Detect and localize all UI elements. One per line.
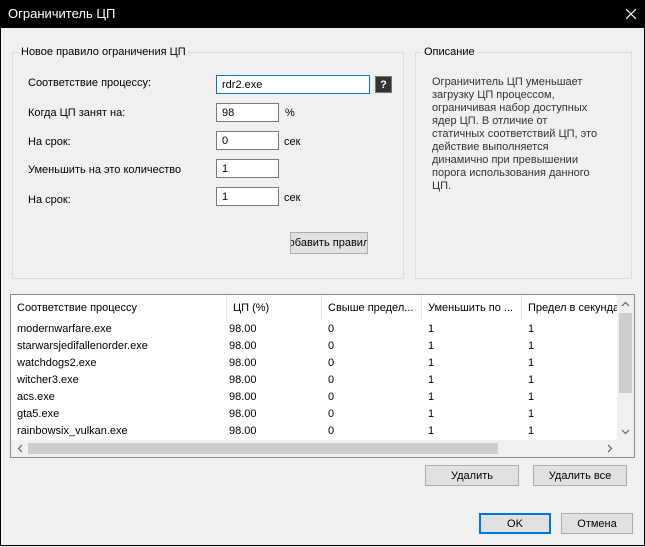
cell-over-limit: 0: [328, 323, 335, 335]
cpu-busy-label: Когда ЦП занят на:: [28, 107, 126, 119]
cell-cpu: 98.00: [229, 374, 257, 386]
cell-cpu: 98.00: [229, 425, 257, 437]
duration-unit: сек: [284, 136, 301, 148]
cell-process: acs.exe: [17, 391, 55, 403]
add-rule-button[interactable]: обавить правил: [290, 232, 368, 254]
table-row[interactable]: watchdogs2.exe 98.00 0 1 1: [11, 355, 618, 372]
cell-reduce-by: 1: [428, 323, 435, 335]
duration-label: На срок:: [28, 136, 71, 148]
cell-over-limit: 0: [328, 408, 335, 420]
list-header: Соответствие процессу ЦП (%) Свыше преде…: [11, 295, 618, 321]
window-title: Ограничитель ЦП: [8, 6, 116, 21]
column-header-process[interactable]: Соответствие процессу: [11, 295, 227, 321]
cell-cpu: 98.00: [229, 357, 257, 369]
cpu-busy-unit: %: [285, 107, 295, 119]
cell-process: modernwarfare.exe: [17, 323, 112, 335]
rules-list[interactable]: Соответствие процессу ЦП (%) Свыше преде…: [10, 294, 635, 458]
process-input[interactable]: rdr2.exe: [216, 75, 370, 94]
cell-cpu: 98.00: [229, 408, 257, 420]
table-row[interactable]: starwarsjedifallenorder.exe 98.00 0 1 1: [11, 338, 618, 355]
reduce-label-text: Уменьшить на это количество ядер ЦП:: [28, 164, 182, 176]
vertical-scroll-thumb[interactable]: [619, 313, 632, 393]
duration2-unit: сек: [284, 192, 301, 204]
cell-reduce-by: 1: [428, 340, 435, 352]
cell-process: rainbowsix_vulkan.exe: [17, 425, 128, 437]
help-icon: ?: [380, 78, 387, 91]
cell-reduce-by: 1: [428, 374, 435, 386]
cell-over-limit: 0: [328, 374, 335, 386]
close-button[interactable]: [617, 0, 645, 28]
cell-cpu: 98.00: [229, 340, 257, 352]
table-row[interactable]: modernwarfare.exe 98.00 0 1 1: [11, 321, 618, 338]
column-header-limit-seconds[interactable]: Предел в секунда: [522, 295, 618, 321]
cpu-busy-input[interactable]: 98: [216, 103, 279, 122]
horizontal-scroll-thumb[interactable]: [28, 443, 498, 454]
cell-limit-seconds: 1: [528, 391, 535, 403]
cell-limit-seconds: 1: [528, 357, 535, 369]
ok-button[interactable]: OK: [479, 513, 551, 534]
cell-reduce-by: 1: [428, 391, 435, 403]
cell-limit-seconds: 1: [528, 425, 535, 437]
cell-cpu: 98.00: [229, 391, 257, 403]
table-row[interactable]: rainbowsix_vulkan.exe 98.00 0 1 1: [11, 423, 618, 440]
cancel-button[interactable]: Отмена: [561, 513, 633, 534]
cell-limit-seconds: 1: [528, 374, 535, 386]
delete-all-button[interactable]: Удалить все: [533, 465, 627, 486]
chevron-left-icon: [17, 444, 22, 453]
cell-over-limit: 0: [328, 357, 335, 369]
vertical-scrollbar[interactable]: [617, 295, 634, 440]
help-button[interactable]: ?: [375, 76, 392, 93]
close-icon: [625, 8, 637, 20]
description-text: Ограничитель ЦП уменьшает загрузку ЦП пр…: [432, 76, 598, 192]
cell-reduce-by: 1: [428, 357, 435, 369]
duration2-input[interactable]: 1: [216, 187, 279, 206]
column-header-over-limit[interactable]: Свыше предел...: [322, 295, 422, 321]
column-header-reduce-by[interactable]: Уменьшить по ...: [422, 295, 522, 321]
scroll-corner: [617, 440, 634, 457]
cell-limit-seconds: 1: [528, 340, 535, 352]
duration-input[interactable]: 0: [216, 131, 279, 150]
duration2-label: На срок:: [28, 194, 71, 206]
cell-process: watchdogs2.exe: [17, 357, 97, 369]
scroll-right-button[interactable]: [601, 440, 618, 457]
cell-reduce-by: 1: [428, 425, 435, 437]
column-header-cpu[interactable]: ЦП (%): [227, 295, 322, 321]
cell-over-limit: 0: [328, 425, 335, 437]
scroll-left-button[interactable]: [11, 440, 28, 457]
cell-process: witcher3.exe: [17, 374, 79, 386]
cell-reduce-by: 1: [428, 408, 435, 420]
chevron-down-icon: [621, 429, 630, 434]
table-row[interactable]: acs.exe 98.00 0 1 1: [11, 389, 618, 406]
scroll-down-button[interactable]: [617, 423, 634, 440]
title-bar: Ограничитель ЦП: [0, 0, 645, 28]
cell-over-limit: 0: [328, 391, 335, 403]
cell-process: gta5.exe: [17, 408, 60, 420]
chevron-right-icon: [607, 444, 612, 453]
description-legend: Описание: [424, 46, 475, 58]
cell-cpu: 98.00: [229, 323, 257, 335]
cell-limit-seconds: 1: [528, 408, 535, 420]
delete-button[interactable]: Удалить: [425, 465, 519, 486]
table-row[interactable]: witcher3.exe 98.00 0 1 1: [11, 372, 618, 389]
scroll-up-button[interactable]: [617, 295, 634, 312]
chevron-up-icon: [621, 301, 630, 306]
process-label: Соответствие процессу:: [28, 77, 152, 89]
reduce-input[interactable]: 1: [216, 159, 279, 178]
cell-process: starwarsjedifallenorder.exe: [17, 340, 148, 352]
table-row[interactable]: gta5.exe 98.00 0 1 1: [11, 406, 618, 423]
cell-limit-seconds: 1: [528, 323, 535, 335]
reduce-label: Уменьшить на это количество ядер ЦП:: [28, 164, 198, 177]
cell-over-limit: 0: [328, 340, 335, 352]
horizontal-scrollbar[interactable]: [11, 440, 618, 457]
new-rule-legend: Новое правило ограничения ЦП: [21, 46, 186, 58]
